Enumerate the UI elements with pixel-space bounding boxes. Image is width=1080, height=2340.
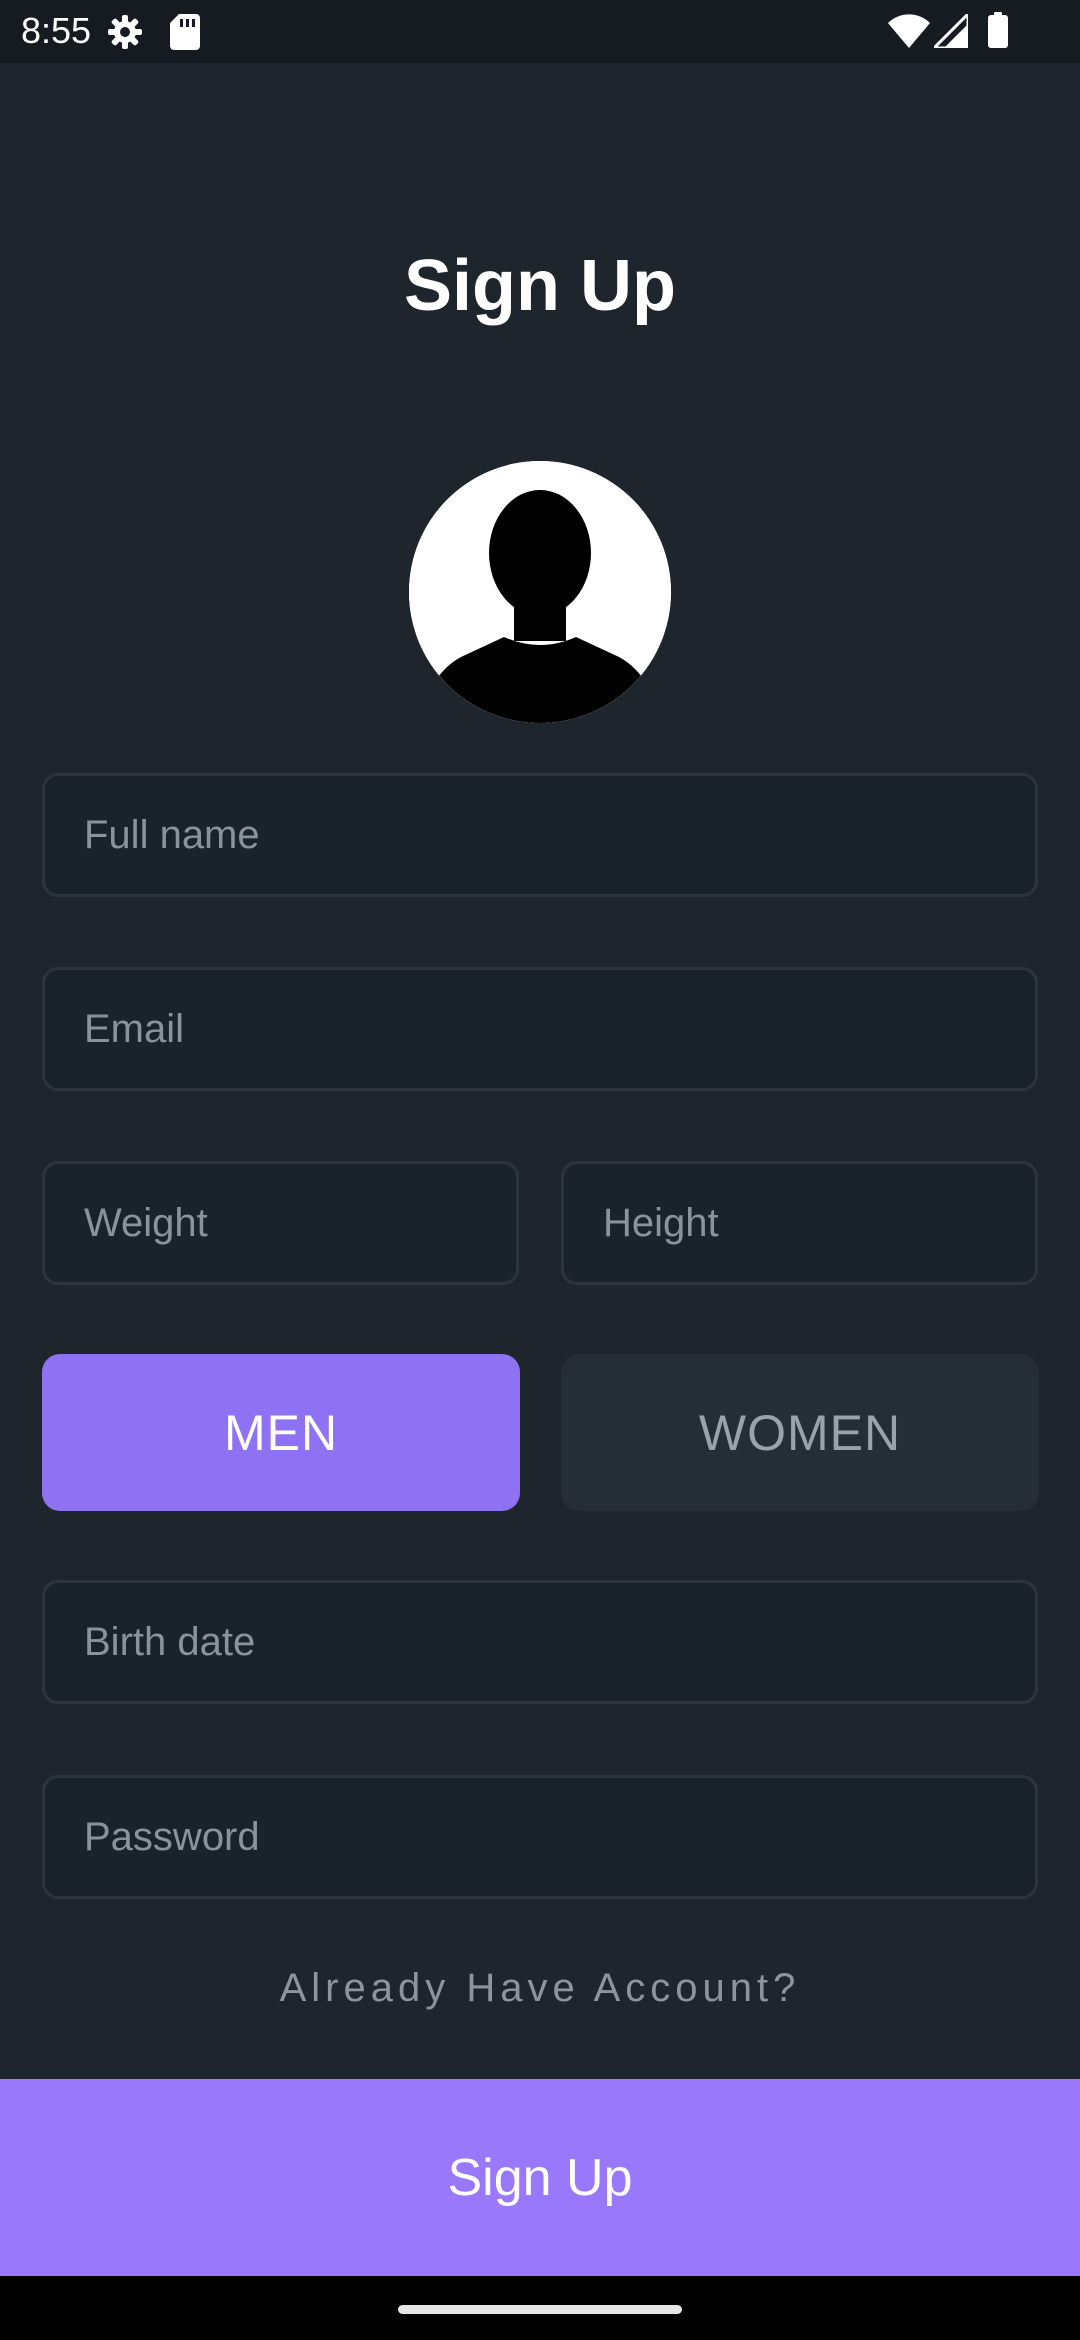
birth-date-field xyxy=(42,1580,1038,1704)
birth-date-input[interactable] xyxy=(45,1583,1035,1701)
navigation-bar xyxy=(0,2276,1080,2340)
battery-icon xyxy=(988,12,1008,53)
gender-men-button[interactable]: MEN xyxy=(42,1354,520,1511)
home-indicator[interactable] xyxy=(398,2305,682,2314)
wifi-icon xyxy=(888,14,930,53)
status-bar: 8:55 xyxy=(0,0,1080,63)
email-field xyxy=(42,967,1038,1091)
email-input[interactable] xyxy=(45,970,1035,1088)
cellular-signal-icon xyxy=(930,10,970,53)
height-field xyxy=(561,1161,1038,1285)
password-field xyxy=(42,1775,1038,1899)
settings-icon xyxy=(105,12,145,57)
sign-up-button[interactable]: Sign Up xyxy=(0,2079,1080,2276)
profile-avatar[interactable] xyxy=(409,461,671,723)
full-name-input[interactable] xyxy=(45,776,1035,894)
weight-input[interactable] xyxy=(45,1164,516,1282)
sd-card-icon xyxy=(170,14,200,55)
status-time: 8:55 xyxy=(21,10,92,51)
gender-women-button[interactable]: WOMEN xyxy=(561,1354,1039,1511)
password-input[interactable] xyxy=(45,1778,1035,1896)
login-link[interactable]: Already Have Account? xyxy=(0,1960,1080,2016)
person-silhouette-icon xyxy=(409,461,671,723)
height-input[interactable] xyxy=(564,1164,1035,1282)
signup-screen: 8:55 Sign Up Full name Email Weight Heig… xyxy=(0,0,1080,2340)
page-title: Sign Up xyxy=(404,246,676,326)
weight-field xyxy=(42,1161,519,1285)
full-name-field xyxy=(42,773,1038,897)
